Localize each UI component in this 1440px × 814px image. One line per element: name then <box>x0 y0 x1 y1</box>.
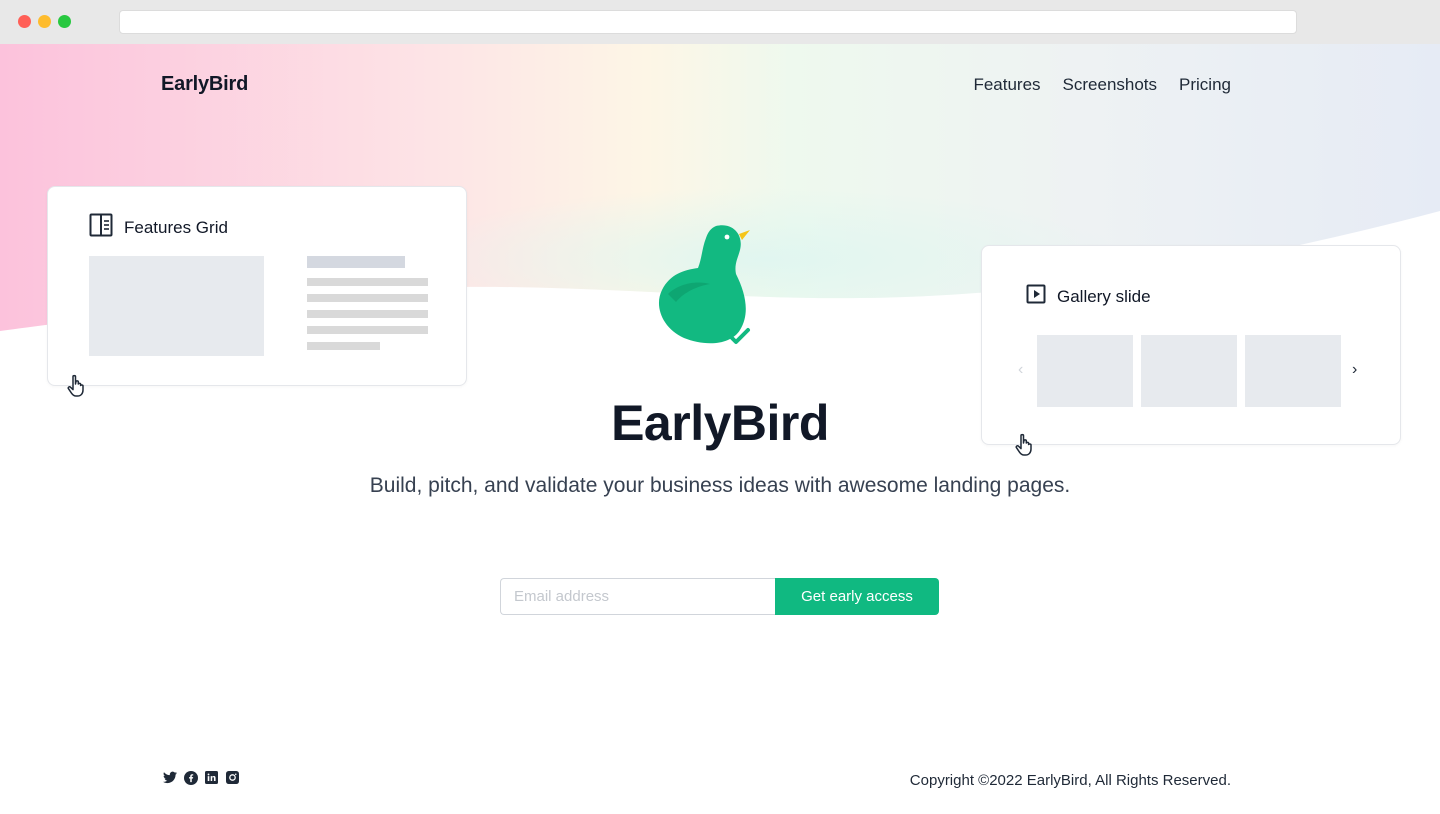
browser-chrome <box>0 0 1440 44</box>
signup-form: Get early access <box>500 578 939 615</box>
email-input[interactable] <box>500 578 775 615</box>
placeholder-line <box>307 294 428 302</box>
features-grid-title: Features Grid <box>124 217 228 237</box>
facebook-icon[interactable] <box>184 771 198 785</box>
hero-title: EarlyBird <box>611 395 829 451</box>
placeholder-heading <box>307 256 405 268</box>
layout-icon <box>89 213 113 242</box>
get-early-access-button[interactable]: Get early access <box>775 578 939 615</box>
window-minimize-button[interactable] <box>38 15 51 28</box>
hero-subtitle: Build, pitch, and validate your business… <box>369 474 1071 497</box>
chevron-right-icon[interactable]: › <box>1352 361 1357 379</box>
social-links <box>163 771 239 785</box>
play-square-icon <box>1026 284 1046 309</box>
features-grid-card[interactable]: Features Grid <box>47 186 467 386</box>
placeholder-image <box>89 256 264 356</box>
brand-logo[interactable]: EarlyBird <box>161 73 248 96</box>
nav-item-features[interactable]: Features <box>973 75 1040 95</box>
instagram-icon[interactable] <box>226 771 239 784</box>
window-maximize-button[interactable] <box>58 15 71 28</box>
placeholder-line <box>307 342 380 350</box>
nav-item-pricing[interactable]: Pricing <box>1179 75 1231 95</box>
landing-page: EarlyBird Features Screenshots Pricing F… <box>0 44 1440 814</box>
chevron-left-icon[interactable]: ‹ <box>1018 361 1023 379</box>
placeholder-line <box>307 326 428 334</box>
copyright-text: Copyright ©2022 EarlyBird, All Rights Re… <box>909 772 1231 789</box>
placeholder-line <box>307 310 428 318</box>
features-grid-header: Features Grid <box>89 213 228 242</box>
linkedin-icon[interactable] <box>205 771 218 784</box>
window-close-button[interactable] <box>18 15 31 28</box>
top-nav: Features Screenshots Pricing <box>973 75 1231 95</box>
address-bar[interactable] <box>119 10 1297 34</box>
gallery-slide-title: Gallery slide <box>1057 286 1151 306</box>
nav-item-screenshots[interactable]: Screenshots <box>1063 75 1158 95</box>
twitter-icon[interactable] <box>163 771 177 784</box>
placeholder-line <box>307 278 428 286</box>
gallery-slide-header: Gallery slide <box>1026 284 1151 309</box>
earlybird-mascot-icon <box>658 225 750 344</box>
